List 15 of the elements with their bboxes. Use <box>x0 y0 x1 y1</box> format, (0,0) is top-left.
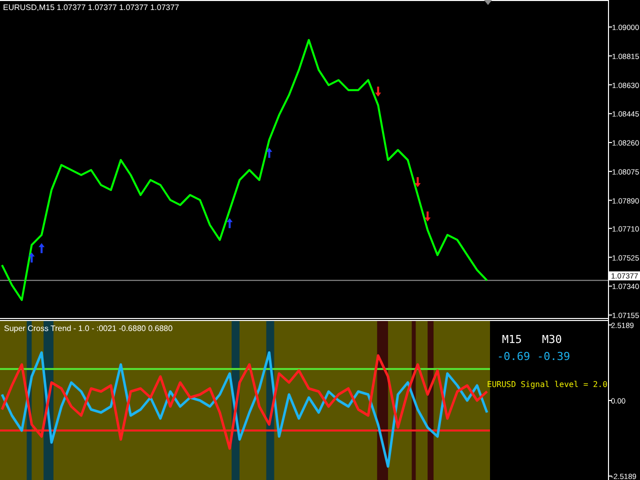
timeframe-label: M15 <box>502 333 522 346</box>
down-arrow-icon <box>424 211 431 222</box>
down-arrow-icon <box>375 86 382 97</box>
signal-value: -0.39 <box>537 350 570 363</box>
timeframe-label: M30 <box>542 333 562 346</box>
signal-message: EURUSD Signal level = 2.0 <box>487 380 608 389</box>
chart-title: EURUSD,M15 1.07377 1.07377 1.07377 1.07377 <box>3 3 180 12</box>
signal-value: -0.69 <box>497 350 530 363</box>
up-arrow-icon <box>226 218 233 228</box>
down-arrow-icon <box>414 177 421 188</box>
up-arrow-icon <box>266 148 272 158</box>
up-arrow-icon <box>38 243 45 254</box>
chart-shift-icon[interactable] <box>484 0 492 5</box>
indicator-title: Super Cross Trend - 1.0 - :0021 -0.6880 0.6880 <box>4 324 173 333</box>
up-arrow-icon <box>28 252 35 262</box>
